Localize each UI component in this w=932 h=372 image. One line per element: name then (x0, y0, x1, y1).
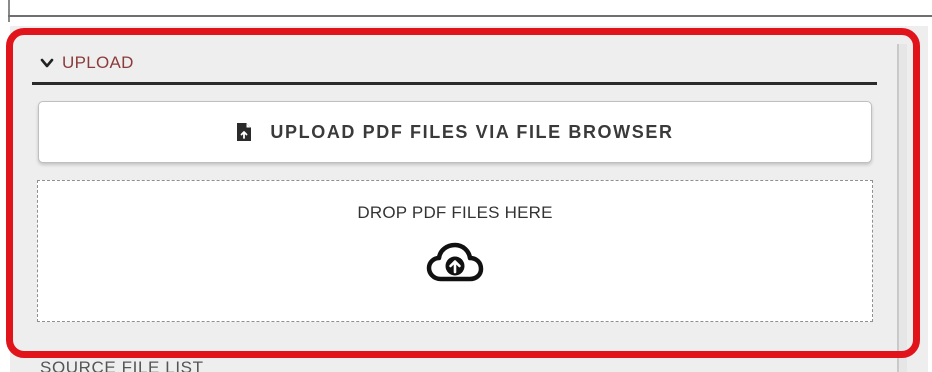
upload-section-header[interactable]: UPLOAD (40, 50, 134, 76)
cloud-upload-icon (426, 242, 484, 282)
source-file-list-section-header[interactable]: SOURCE FILE LIST (40, 358, 204, 372)
upload-button-label: UPLOAD PDF FILES VIA FILE BROWSER (270, 121, 674, 142)
file-upload-icon (237, 123, 252, 141)
source-file-list-title: SOURCE FILE LIST (40, 358, 204, 372)
window-left-edge (8, 0, 10, 22)
panel-scrollbar[interactable] (897, 44, 907, 372)
upload-section-title: UPLOAD (62, 53, 134, 72)
section-header-divider (32, 82, 877, 85)
upload-via-file-browser-button[interactable]: UPLOAD PDF FILES VIA FILE BROWSER (38, 101, 872, 163)
upload-panel-page: UPLOAD UPLOAD PDF FILES VIA FILE BROWSER… (0, 0, 932, 372)
chevron-down-icon (40, 58, 54, 68)
dropzone-label: DROP PDF FILES HERE (357, 203, 553, 222)
pdf-dropzone[interactable]: DROP PDF FILES HERE (37, 180, 873, 322)
top-divider (8, 15, 932, 17)
